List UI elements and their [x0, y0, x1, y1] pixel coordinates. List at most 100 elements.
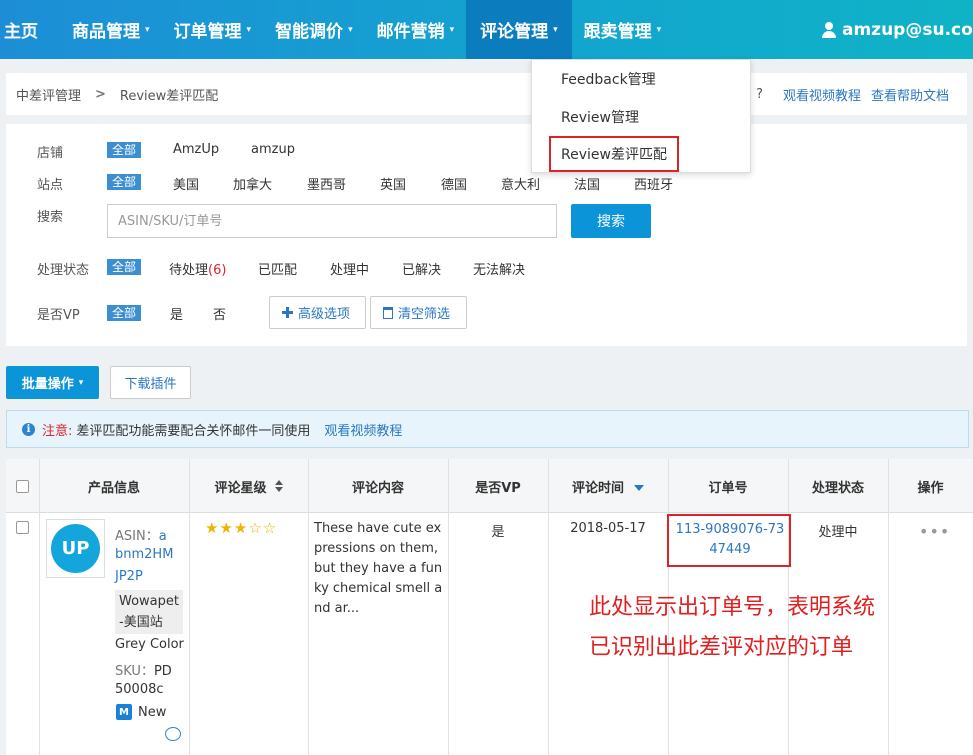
notice-label: 注意:	[42, 423, 73, 439]
notice-text: 差评匹配功能需要配合关怀邮件一同使用	[76, 423, 311, 439]
vp-option-no[interactable]: 否	[213, 304, 226, 323]
header-product-info: 产品信息	[87, 480, 140, 496]
watch-video-link[interactable]: 观看视频教程	[783, 85, 861, 104]
dropdown-item-feedback[interactable]: Feedback管理	[561, 69, 656, 89]
nav-review-management[interactable]: 评论管理 ▾	[466, 0, 572, 59]
product-color: Grey Color	[115, 637, 184, 652]
shop-option-amzup-lower[interactable]: amzup	[251, 142, 295, 157]
star-filled-icon: ★★★	[205, 519, 249, 537]
star-empty-icon: ☆☆	[248, 519, 278, 537]
dropdown-item-review[interactable]: Review管理	[561, 107, 639, 127]
chat-icon[interactable]	[165, 727, 181, 741]
dropdown-item-review-negative-match[interactable]: Review差评匹配	[549, 136, 679, 172]
site-option-de[interactable]: 德国	[441, 174, 467, 193]
trash-icon	[383, 306, 393, 319]
site-option-uk[interactable]: 英国	[380, 174, 406, 193]
help-links: ? 观看视频教程 查看帮助文档	[756, 73, 949, 115]
search-button[interactable]: 搜索	[571, 204, 651, 238]
review-table: 产品信息 评论星级 评论内容 是否VP 评论时间 订单号 处理状态 操作 UP …	[6, 459, 973, 755]
status-option-unresolvable[interactable]: 无法解决	[473, 259, 525, 278]
filter-label-status: 处理状态	[37, 263, 90, 278]
nav-order-management[interactable]: 订单管理 ▾	[162, 0, 264, 59]
select-all-checkbox[interactable]	[16, 479, 29, 493]
status-option-matched[interactable]: 已匹配	[258, 259, 297, 278]
plus-icon	[282, 307, 293, 318]
status-option-all[interactable]: 全部	[107, 259, 142, 275]
breadcrumb-current: Review差评匹配	[119, 88, 219, 104]
site-option-mx[interactable]: 墨西哥	[307, 174, 346, 193]
annotation-line-1: 此处显示出订单号，表明系统	[589, 595, 876, 620]
header-select-all	[6, 459, 39, 513]
caret-down-icon: ▾	[348, 24, 353, 35]
header-order-number: 订单号	[708, 480, 748, 496]
sku-line-cont: 50008c	[115, 682, 164, 697]
site-option-all[interactable]: 全部	[107, 174, 142, 190]
header-review-date[interactable]: 评论时间	[548, 459, 668, 513]
search-input[interactable]	[107, 204, 557, 238]
site-option-it[interactable]: 意大利	[501, 174, 540, 193]
caret-down-icon: ▾	[145, 24, 150, 35]
user-menu[interactable]: amzup@su.com	[822, 0, 973, 59]
header-review-content: 评论内容	[351, 480, 404, 496]
asin-link[interactable]: a	[159, 529, 167, 544]
site-option-es[interactable]: 西班牙	[634, 174, 673, 193]
help-question-mark: ?	[756, 86, 763, 102]
filter-label-site: 站点	[37, 178, 64, 193]
header-vp: 是否VP	[475, 480, 521, 496]
star-rating: ★★★☆☆	[205, 519, 277, 537]
more-options-icon[interactable]: •••	[919, 522, 950, 541]
caret-down-icon: ▾	[656, 24, 662, 35]
asin-link-cont[interactable]: JP2P	[115, 569, 143, 584]
nav-hijack-management[interactable]: 跟卖管理 ▾	[572, 0, 674, 59]
download-plugin-button[interactable]: 下载插件	[110, 366, 191, 399]
shop-option-all[interactable]: 全部	[107, 142, 142, 158]
store-site-tag: Wowapet -美国站	[115, 590, 183, 634]
breadcrumb-parent[interactable]: 中差评管理	[16, 85, 81, 104]
vp-value: 是	[491, 525, 505, 540]
status-option-pending[interactable]: 待处理(6)	[169, 259, 226, 278]
site-option-ca[interactable]: 加拿大	[233, 174, 272, 193]
vp-option-yes[interactable]: 是	[170, 304, 183, 323]
notice-banner: i 注意: 差评匹配功能需要配合关怀邮件一同使用 观看视频教程	[6, 410, 969, 448]
clear-filters-button[interactable]: 清空筛选	[370, 296, 467, 329]
pending-count: (6)	[208, 263, 227, 278]
asin-link-cont[interactable]: bnm2HM	[115, 547, 173, 562]
nav-home[interactable]: 主页	[0, 0, 60, 59]
status-value: 处理中	[818, 525, 858, 540]
annotation-line-2: 已识别出此差评对应的订单	[589, 635, 854, 660]
nav-smart-pricing[interactable]: 智能调价 ▾	[263, 0, 365, 59]
brand-logo: UP	[51, 524, 100, 573]
header-rating[interactable]: 评论星级	[189, 459, 308, 513]
review-content[interactable]: These have cute expressions on them, but…	[314, 519, 444, 619]
filter-panel: 店铺 全部 AmzUp amzup 站点 全部 美国 加拿大 墨西哥 英国 德国…	[6, 124, 967, 346]
sort-icon	[274, 480, 283, 492]
caret-down-icon: ▾	[78, 377, 84, 388]
nav-email-marketing[interactable]: 邮件营销 ▾	[365, 0, 467, 59]
help-doc-link[interactable]: 查看帮助文档	[871, 85, 949, 104]
advanced-options-button[interactable]: 高级选项	[269, 296, 366, 329]
filter-label-search: 搜索	[37, 210, 64, 225]
nav-product-management[interactable]: 商品管理 ▾	[60, 0, 162, 59]
header-status: 处理状态	[811, 480, 864, 496]
breadcrumb-bar: 中差评管理 > Review差评匹配 ? 观看视频教程 查看帮助文档	[6, 73, 967, 115]
asin-line: ASIN：a	[115, 529, 167, 544]
condition-icon: M	[116, 704, 132, 720]
status-option-processing[interactable]: 处理中	[330, 259, 369, 278]
site-option-us[interactable]: 美国	[173, 174, 199, 193]
order-number-link[interactable]: 113-9089076-7347449	[674, 520, 786, 560]
vp-option-all[interactable]: 全部	[107, 305, 142, 321]
batch-actions-button[interactable]: 批量操作 ▾	[6, 366, 99, 399]
product-image[interactable]: UP	[46, 519, 105, 578]
row-checkbox[interactable]	[16, 521, 29, 534]
caret-down-icon: ▾	[449, 24, 455, 35]
filter-label-vp: 是否VP	[37, 308, 80, 323]
review-date: 2018-05-17	[570, 521, 646, 536]
condition-badge: M New	[116, 704, 166, 720]
shop-option-amzup[interactable]: AmzUp	[173, 142, 219, 157]
filter-label-shop: 店铺	[37, 146, 64, 161]
user-icon	[822, 21, 836, 38]
info-icon: i	[22, 422, 35, 436]
status-option-resolved[interactable]: 已解决	[402, 259, 441, 278]
notice-video-link[interactable]: 观看视频教程	[324, 420, 402, 439]
site-option-fr[interactable]: 法国	[574, 174, 600, 193]
